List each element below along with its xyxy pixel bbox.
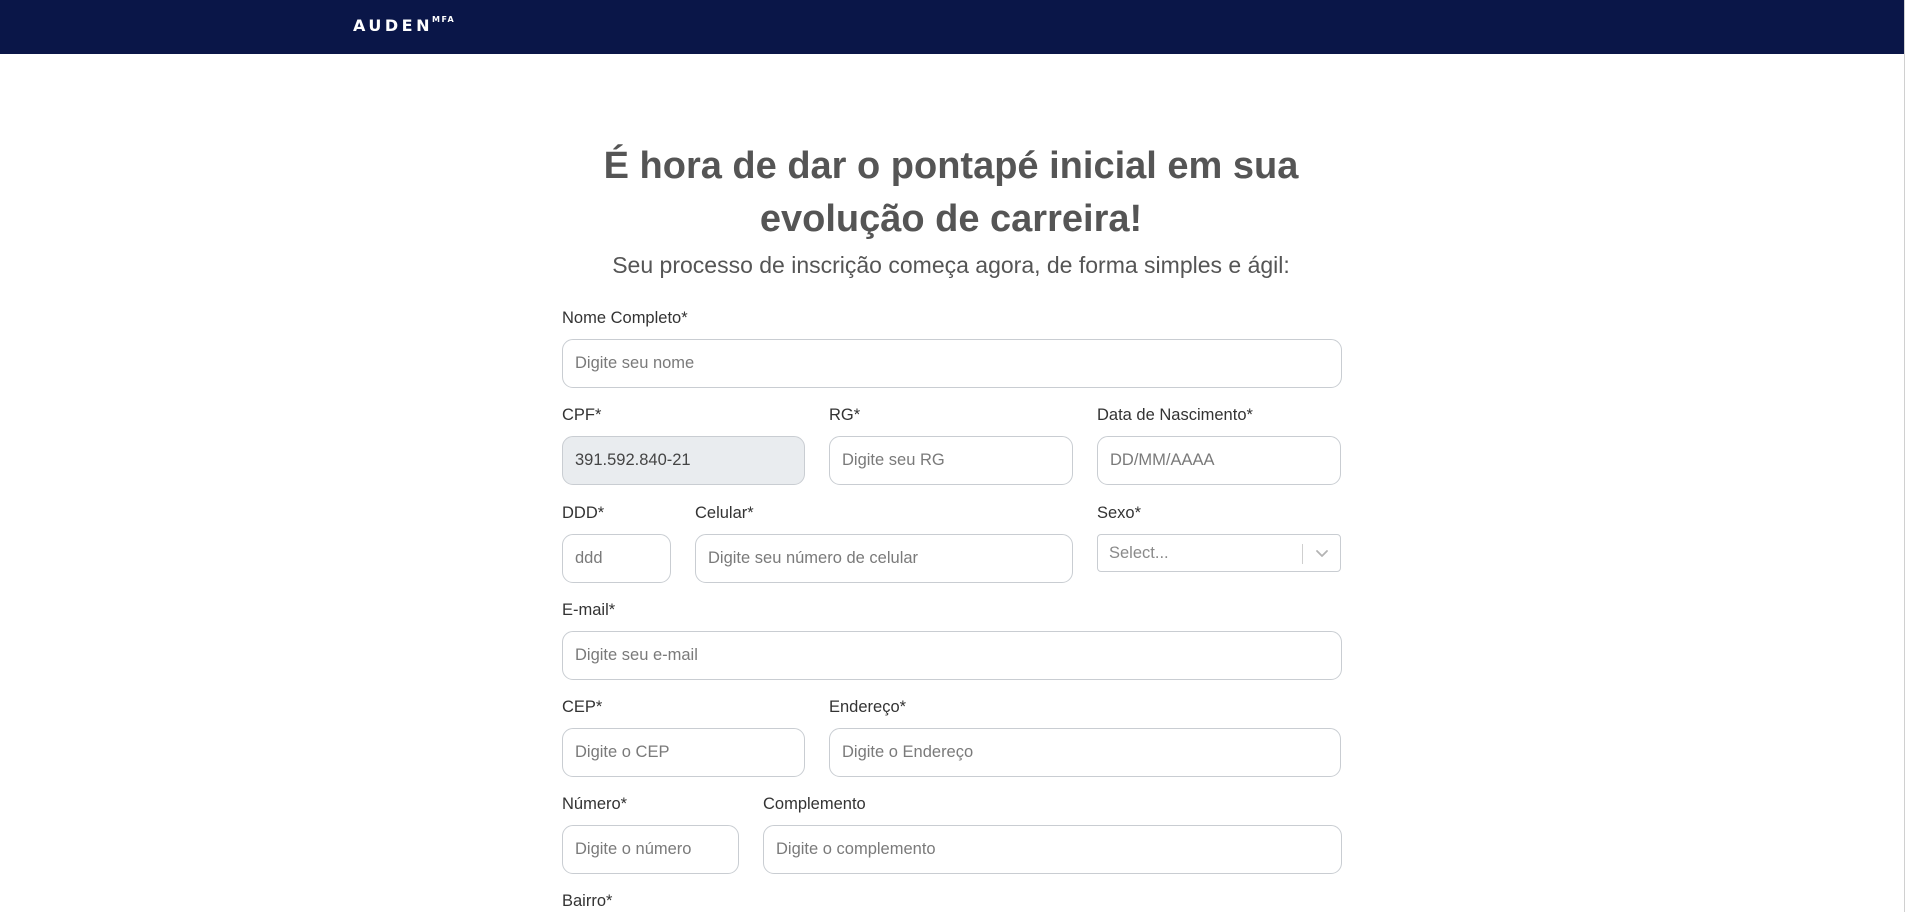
endereco-input[interactable]	[829, 728, 1341, 777]
logo-superscript: MFA	[431, 14, 456, 24]
ddd-input[interactable]	[562, 534, 671, 583]
rg-input[interactable]	[829, 436, 1073, 485]
page-title-line-1: É hora de dar o pontapé inicial em sua	[603, 145, 1299, 187]
select-separator	[1302, 544, 1303, 564]
cep-label: CEP*	[562, 698, 603, 716]
page-title: É hora de dar o pontapé inicial em sua e…	[560, 140, 1342, 246]
celular-label: Celular*	[695, 504, 754, 522]
email-label: E-mail*	[562, 601, 616, 619]
complemento-input[interactable]	[763, 825, 1342, 874]
email-input[interactable]	[562, 631, 1342, 680]
chevron-down-icon[interactable]	[1312, 540, 1332, 566]
sexo-select[interactable]: Select...	[1097, 534, 1341, 572]
celular-input[interactable]	[695, 534, 1073, 583]
endereco-label: Endereço*	[829, 698, 907, 716]
top-navbar: AUDENMFA	[0, 0, 1905, 54]
sexo-label: Sexo*	[1097, 504, 1142, 522]
rg-label: RG*	[829, 406, 861, 424]
cpf-input[interactable]	[562, 436, 805, 485]
page-title-line-2: evolução de carreira!	[759, 198, 1143, 240]
auden-logo[interactable]: AUDENMFA	[353, 14, 456, 35]
nascimento-label: Data de Nascimento*	[1097, 406, 1253, 424]
ddd-label: DDD*	[562, 504, 605, 522]
numero-input[interactable]	[562, 825, 739, 874]
complemento-label: Complemento	[763, 795, 866, 813]
nascimento-input[interactable]	[1097, 436, 1341, 485]
bairro-label: Bairro*	[562, 892, 613, 910]
nome-input[interactable]	[562, 339, 1342, 388]
logo-text: AUDEN	[353, 16, 433, 35]
cep-input[interactable]	[562, 728, 805, 777]
page-subtitle: Seu processo de inscrição começa agora, …	[612, 252, 1290, 278]
sexo-select-placeholder: Select...	[1109, 544, 1169, 562]
numero-label: Número*	[562, 795, 628, 813]
nome-label: Nome Completo*	[562, 309, 688, 327]
cpf-label: CPF*	[562, 406, 602, 424]
